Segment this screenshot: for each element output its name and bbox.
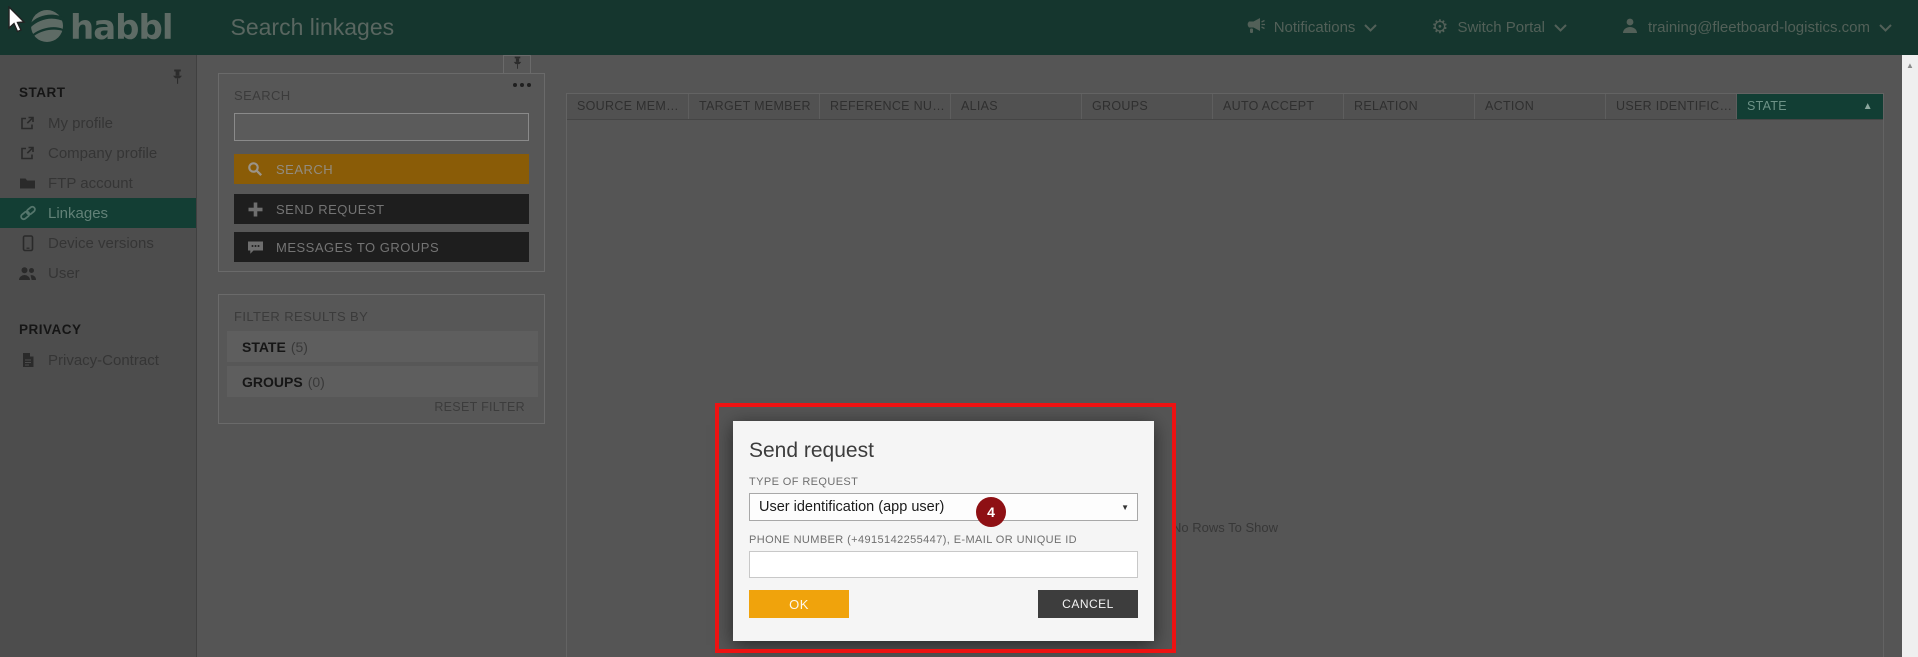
empty-table-message: No Rows To Show xyxy=(1172,520,1278,535)
filter-count: (5) xyxy=(291,339,308,355)
filter-row-state[interactable]: STATE (5) xyxy=(227,331,538,362)
filter-name: STATE xyxy=(242,339,286,355)
panel-pin-tab[interactable] xyxy=(503,55,531,74)
speech-bubble-icon xyxy=(234,240,276,255)
sidebar-item-linkages[interactable]: Linkages xyxy=(0,198,196,228)
sidebar-item-privacy-contract[interactable]: Privacy-Contract xyxy=(0,345,196,375)
sidebar-item-label: Linkages xyxy=(48,205,108,222)
search-label: SEARCH xyxy=(234,88,291,103)
send-request-button[interactable]: SEND REQUEST xyxy=(234,194,529,224)
chevron-down-icon xyxy=(1554,19,1567,36)
folder-icon xyxy=(18,175,37,192)
messages-to-groups-button[interactable]: MESSAGES TO GROUPS xyxy=(234,232,529,262)
dialog-title: Send request xyxy=(749,439,1138,463)
megaphone-icon xyxy=(1245,17,1265,38)
column-header-groups[interactable]: GROUPS xyxy=(1082,94,1213,119)
chevron-down-icon xyxy=(1879,19,1892,36)
filter-count: (0) xyxy=(308,374,325,390)
type-of-request-value: User identification (app user) xyxy=(759,499,944,515)
type-of-request-label: TYPE OF REQUEST xyxy=(749,476,1138,488)
link-icon xyxy=(18,205,37,222)
person-icon xyxy=(1621,17,1639,39)
search-icon xyxy=(234,161,276,177)
page-title: Search linkages xyxy=(230,14,394,41)
scroll-up-arrow-icon[interactable]: ▲ xyxy=(1902,61,1918,70)
send-request-dialog: Send request TYPE OF REQUEST User identi… xyxy=(733,421,1154,641)
more-options-icon[interactable] xyxy=(513,83,531,87)
sidebar-item-label: FTP account xyxy=(48,175,133,192)
app-screen: habbl Search linkages Notifications ⚙ xyxy=(0,0,1918,657)
filter-name: GROUPS xyxy=(242,374,303,390)
column-header-target-member[interactable]: TARGET MEMBER xyxy=(689,94,820,119)
sidebar-item-ftp-account[interactable]: FTP account xyxy=(0,168,196,198)
habbl-logo[interactable]: habbl xyxy=(28,6,172,49)
user-account-menu[interactable]: training@fleetboard-logistics.com xyxy=(1621,17,1892,39)
sidebar-section-privacy: PRIVACY xyxy=(0,288,196,345)
search-input[interactable] xyxy=(234,113,529,141)
column-header-state-label: STATE xyxy=(1747,94,1787,119)
phone-icon xyxy=(18,235,37,252)
document-icon xyxy=(18,352,37,369)
sidebar-item-company-profile[interactable]: Company profile xyxy=(0,138,196,168)
sidebar-item-label: Company profile xyxy=(48,145,157,162)
column-header-alias[interactable]: ALIAS xyxy=(951,94,1082,119)
filter-row-groups[interactable]: GROUPS (0) xyxy=(227,366,538,397)
annotation-step-badge: 4 xyxy=(976,497,1006,527)
habbl-logo-icon xyxy=(28,6,66,49)
reset-filter-link[interactable]: RESET FILTER xyxy=(434,400,525,414)
column-header-user-identification[interactable]: USER IDENTIFIC… xyxy=(1606,94,1737,119)
sidebar-item-label: My profile xyxy=(48,115,113,132)
sidebar-item-device-versions[interactable]: Device versions xyxy=(0,228,196,258)
sidebar-item-label: Device versions xyxy=(48,235,154,252)
sidebar-item-label: User xyxy=(48,265,80,282)
sidebar-nav: START My profile Company profile FTP acc… xyxy=(0,55,197,657)
sidebar-item-user[interactable]: User xyxy=(0,258,196,288)
share-icon xyxy=(18,115,37,132)
table-header-row: SOURCE MEM… TARGET MEMBER REFERENCE NU… … xyxy=(567,94,1883,120)
pin-icon[interactable] xyxy=(171,69,184,90)
habbl-logo-text: habbl xyxy=(70,8,172,48)
ok-button[interactable]: OK xyxy=(749,590,849,618)
cancel-button[interactable]: CANCEL xyxy=(1038,590,1138,618)
share-icon xyxy=(18,145,37,162)
pin-icon xyxy=(512,56,523,75)
top-header-bar: habbl Search linkages Notifications ⚙ xyxy=(0,0,1918,55)
column-header-reference-number[interactable]: REFERENCE NU… xyxy=(820,94,951,119)
filter-results-by-label: FILTER RESULTS BY xyxy=(234,309,368,324)
header-right-cluster: Notifications ⚙ Switch Portal xyxy=(1205,17,1892,39)
chevron-down-icon xyxy=(1364,19,1377,36)
sidebar-item-my-profile[interactable]: My profile xyxy=(0,108,196,138)
vertical-scrollbar[interactable]: ▲ xyxy=(1902,55,1918,657)
search-button[interactable]: SEARCH xyxy=(234,154,529,184)
column-header-source-member[interactable]: SOURCE MEM… xyxy=(567,94,689,119)
type-of-request-select[interactable]: User identification (app user) ▼ xyxy=(749,493,1138,521)
user-email: training@fleetboard-logistics.com xyxy=(1648,19,1870,36)
search-panel: SEARCH SEARCH SEND REQUEST MESSAGES TO G… xyxy=(218,73,545,272)
switch-portal-label: Switch Portal xyxy=(1457,19,1545,36)
column-header-state[interactable]: STATE ▲ xyxy=(1737,94,1883,119)
notifications-label: Notifications xyxy=(1274,19,1356,36)
gear-icon: ⚙ xyxy=(1431,18,1448,37)
sidebar-section-start: START xyxy=(0,55,196,108)
column-header-action[interactable]: ACTION xyxy=(1475,94,1606,119)
switch-portal-menu[interactable]: ⚙ Switch Portal xyxy=(1431,18,1567,37)
plus-icon xyxy=(234,202,276,217)
sort-ascending-icon: ▲ xyxy=(1863,94,1873,119)
search-button-label: SEARCH xyxy=(276,162,333,177)
phone-email-id-label: PHONE NUMBER (+4915142255447), E-MAIL OR… xyxy=(749,534,1138,546)
sidebar-item-label: Privacy-Contract xyxy=(48,352,159,369)
notifications-menu[interactable]: Notifications xyxy=(1245,17,1378,38)
users-icon xyxy=(18,265,37,282)
phone-email-id-input[interactable] xyxy=(749,551,1138,578)
send-request-button-label: SEND REQUEST xyxy=(276,202,385,217)
filter-panel: FILTER RESULTS BY STATE (5) GROUPS (0) R… xyxy=(218,294,545,424)
column-header-auto-accept[interactable]: AUTO ACCEPT xyxy=(1213,94,1344,119)
select-dropdown-arrow-icon: ▼ xyxy=(1121,503,1129,512)
column-header-relation[interactable]: RELATION xyxy=(1344,94,1475,119)
messages-to-groups-button-label: MESSAGES TO GROUPS xyxy=(276,240,439,255)
